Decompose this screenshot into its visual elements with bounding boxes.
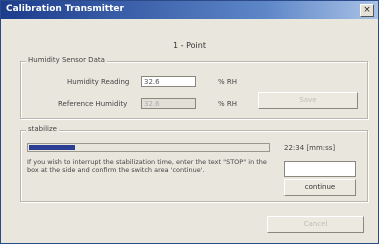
calibration-dialog: Calibration Transmitter × 1 - Point Humi… (0, 0, 379, 244)
humidity-sensor-group: Humidity Sensor Data Humidity Reading 32… (20, 56, 368, 119)
humidity-group-legend: Humidity Sensor Data (26, 56, 107, 64)
stop-input[interactable] (284, 161, 356, 177)
humidity-reading-label: Humidity Reading (67, 78, 130, 86)
humidity-reading-field: 32.6 (141, 76, 196, 87)
stabilization-progress-bar (27, 143, 270, 152)
mode-heading: 1 - Point (173, 41, 206, 50)
continue-button[interactable]: continue (284, 179, 356, 196)
cancel-button[interactable]: Cancel (267, 216, 364, 233)
reference-humidity-unit: % RH (218, 100, 238, 108)
title-bar[interactable]: Calibration Transmitter × (1, 1, 378, 19)
window-title: Calibration Transmitter (6, 4, 124, 14)
close-icon: × (363, 5, 371, 15)
close-button[interactable]: × (360, 4, 374, 17)
humidity-reading-unit: % RH (218, 78, 238, 86)
save-button[interactable]: Save (258, 92, 358, 109)
reference-humidity-label: Reference Humidity (58, 100, 128, 108)
stabilization-time: 22:34 [mm:ss] (284, 144, 336, 152)
stabilize-group-legend: stabilize (26, 125, 59, 133)
reference-humidity-field[interactable]: 32.6 (141, 98, 196, 109)
progress-fill (29, 145, 76, 150)
stabilize-group: stabilize 22:34 [mm:ss] If you wish to i… (20, 125, 368, 202)
stop-instructions: If you wish to interrupt the stabilizati… (27, 158, 267, 174)
